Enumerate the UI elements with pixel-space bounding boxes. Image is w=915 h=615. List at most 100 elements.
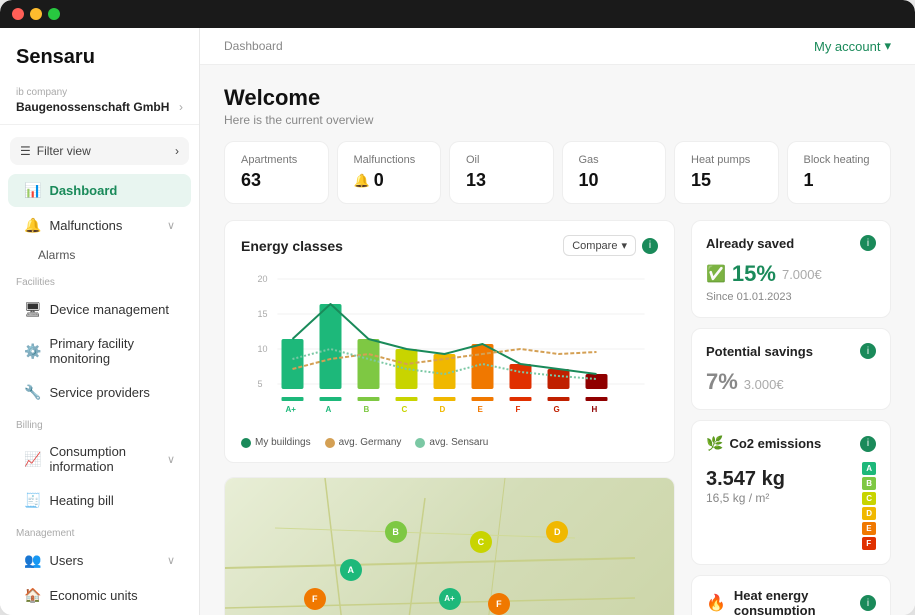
malfunctions-chevron-icon: ∨ (167, 219, 175, 232)
co2-content: 3.547 kg 16,5 kg / m² A B C D E F (706, 462, 876, 550)
saved-amount: 7.000€ (782, 267, 822, 282)
sidebar-item-heating-bill[interactable]: 🧾 Heating bill (8, 484, 191, 517)
heat-energy-title: Heat energy consumption (734, 588, 852, 615)
stat-value: 10 (579, 170, 650, 191)
sidebar-item-device-management[interactable]: 🖥 Device management (8, 293, 191, 326)
grade-a: A (862, 462, 876, 475)
svg-text:10: 10 (258, 344, 268, 354)
grade-d: D (862, 507, 876, 520)
title-bar (0, 0, 915, 28)
users-chevron-icon: ∨ (167, 554, 175, 567)
sidebar-item-users[interactable]: 👥 Users ∨ (8, 544, 191, 577)
potential-info-icon[interactable]: i (860, 343, 876, 359)
sidebar-item-dashboard[interactable]: 📊 Dashboard (8, 174, 191, 207)
potential-savings-title: Potential savings (706, 344, 813, 359)
saved-percent: 15% (732, 261, 776, 287)
sidebar-item-consumption[interactable]: 📈 Consumption information ∨ (8, 436, 191, 482)
filter-chevron-icon: › (175, 144, 179, 158)
svg-text:H: H (592, 405, 598, 414)
economic-icon: 🏠 (24, 587, 41, 604)
minimize-dot[interactable] (30, 8, 42, 20)
sidebar: Sensaru ib company Baugenossenschaft Gmb… (0, 28, 200, 615)
grade-f: F (862, 537, 876, 550)
map-card[interactable]: A B F C D A+ F (224, 477, 675, 615)
svg-text:D: D (440, 405, 446, 414)
close-dot[interactable] (12, 8, 24, 20)
company-label: ib company (16, 87, 183, 98)
svg-text:F: F (516, 405, 521, 414)
heat-icon: 🔥 (706, 593, 726, 613)
my-account-button[interactable]: My account ▾ (814, 38, 891, 54)
map-pin-a[interactable]: A (340, 559, 362, 581)
sidebar-item-label: Heating bill (49, 493, 113, 508)
consumption-chevron-icon: ∨ (167, 453, 175, 466)
sidebar-item-primary-facility[interactable]: ⚙️ Primary facility monitoring (8, 328, 191, 374)
map-pin-b[interactable]: B (385, 521, 407, 543)
grade-e: E (862, 522, 876, 535)
chart-wrap: 20 15 10 5 (241, 264, 658, 448)
breadcrumb: Dashboard (224, 39, 283, 53)
svg-text:15: 15 (258, 309, 268, 319)
map-pin-f1[interactable]: F (304, 588, 326, 610)
sidebar-sub-alarms[interactable]: Alarms (0, 243, 199, 267)
device-icon: 🖥 (24, 301, 42, 318)
saved-info-icon[interactable]: i (860, 235, 876, 251)
map-pin-aplus[interactable]: A+ (439, 588, 461, 610)
filter-icon: ☰ (20, 144, 31, 158)
service-icon: 🔧 (24, 384, 41, 401)
co2-value: 3.547 kg (706, 468, 785, 491)
filter-view-button[interactable]: ☰ Filter view › (10, 137, 189, 165)
co2-card: 🌿 Co2 emissions i 3.547 kg 16,5 kg / m² (691, 420, 891, 565)
stats-row: Apartments 63 Malfunctions 🔔 0 Oil 13 (224, 141, 891, 204)
legend-avg-sensaru: avg. Sensaru (415, 437, 488, 448)
co2-info-icon[interactable]: i (860, 436, 876, 452)
svg-text:20: 20 (258, 274, 268, 284)
maximize-dot[interactable] (48, 8, 60, 20)
saved-since: Since 01.01.2023 (706, 291, 876, 303)
compare-button[interactable]: Compare ▾ (563, 235, 636, 256)
chart-title: Energy classes (241, 238, 343, 254)
company-chevron-icon[interactable]: › (179, 100, 183, 114)
legend-dot (325, 438, 335, 448)
sidebar-item-label: Primary facility monitoring (49, 336, 175, 366)
map-pin-d[interactable]: D (546, 521, 568, 543)
svg-text:E: E (478, 405, 484, 414)
sidebar-item-economic-units[interactable]: 🏠 Economic units (8, 579, 191, 612)
page-subtitle: Here is the current overview (224, 113, 891, 127)
legend-avg-germany: avg. Germany (325, 437, 402, 448)
map-pin-c[interactable]: C (470, 531, 492, 553)
billing-section-label: Billing (0, 410, 199, 435)
chart-info-icon[interactable]: i (642, 238, 658, 254)
check-icon: ✅ (706, 264, 726, 284)
stat-value: 🔔 0 (354, 170, 425, 191)
stat-heat-pumps: Heat pumps 15 (674, 141, 779, 204)
co2-per-m2: 16,5 kg / m² (706, 491, 785, 505)
legend-dot (415, 438, 425, 448)
my-account-label: My account (814, 39, 880, 54)
sidebar-item-label: Service providers (49, 385, 149, 400)
legend-my-buildings: My buildings (241, 437, 311, 448)
svg-text:5: 5 (258, 379, 263, 389)
potential-percent: 7% (706, 369, 738, 395)
stat-label: Heat pumps (691, 154, 762, 166)
sidebar-item-malfunctions[interactable]: 🔔 Malfunctions ∨ (8, 209, 191, 242)
users-icon: 👥 (24, 552, 41, 569)
sidebar-item-label: Malfunctions (49, 218, 122, 233)
consumption-icon: 📈 (24, 451, 41, 468)
sidebar-item-label: Device management (50, 302, 169, 317)
page-title: Welcome (224, 85, 891, 111)
stat-label: Oil (466, 154, 537, 166)
company-section: ib company Baugenossenschaft GmbH › (0, 81, 199, 125)
map-background: A B F C D A+ F (225, 478, 674, 615)
sidebar-item-service-providers[interactable]: 🔧 Service providers (8, 376, 191, 409)
map-pin-f2[interactable]: F (488, 593, 510, 615)
potential-amount: 3.000€ (744, 377, 784, 392)
stat-block-heating: Block heating 1 (787, 141, 892, 204)
stat-label: Block heating (804, 154, 875, 166)
heat-info-icon[interactable]: i (860, 595, 876, 611)
potential-savings-card: Potential savings i 7% 3.000€ (691, 328, 891, 410)
management-section-label: Management (0, 518, 199, 543)
stat-gas: Gas 10 (562, 141, 667, 204)
app-logo: Sensaru (0, 28, 199, 81)
malfunction-bell-icon: 🔔 (354, 173, 370, 189)
